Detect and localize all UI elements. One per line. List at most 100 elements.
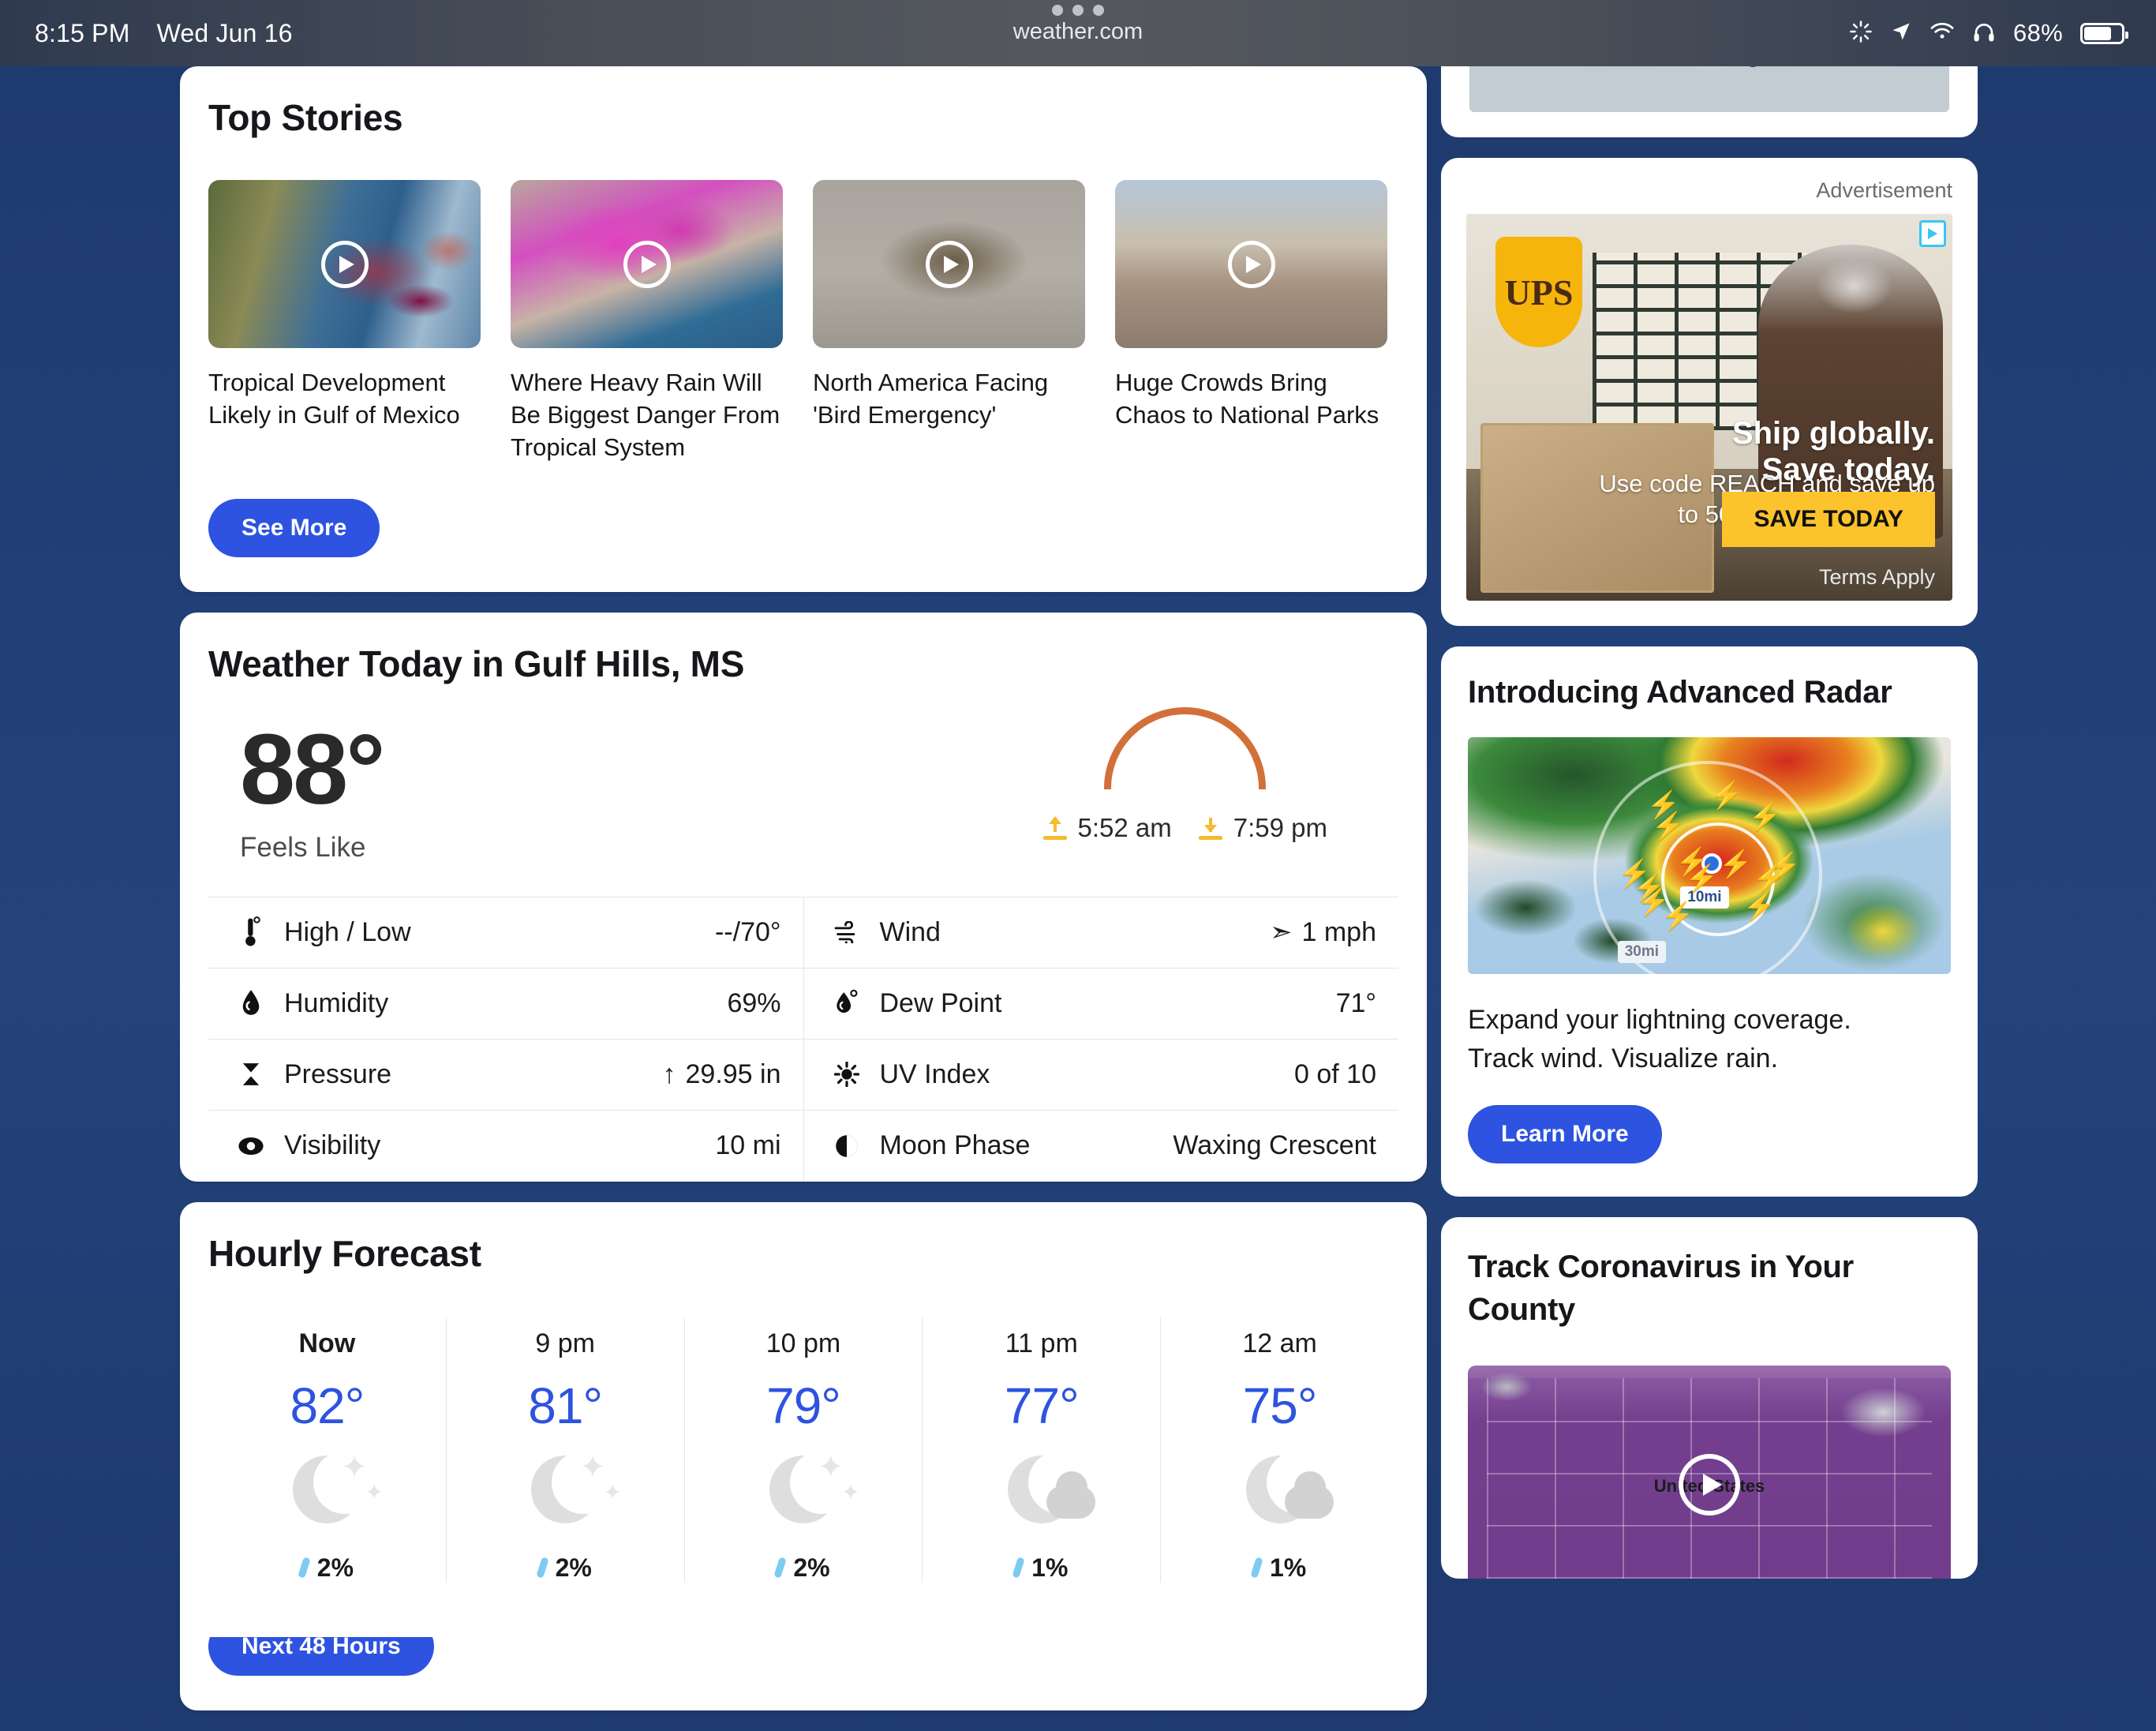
detail-row-humidity: Humidity 69% [208, 969, 803, 1040]
hour-item[interactable]: Now 82° ✦✦ 2% [208, 1317, 446, 1583]
home-indicator[interactable] [806, 1594, 1350, 1605]
ups-logo-text: UPS [1505, 272, 1574, 313]
thermometer-icon [230, 916, 271, 948]
moon-phase-icon [826, 1134, 867, 1158]
raindrop-icon [1012, 1557, 1025, 1579]
uv-sun-icon [826, 1062, 867, 1087]
advanced-radar-body: Expand your lightning coverage. Track wi… [1468, 1001, 1951, 1078]
hour-label: 11 pm [923, 1328, 1160, 1359]
top-stories-card: Top Stories Tropical Development Likely … [180, 66, 1427, 592]
story-thumbnail[interactable] [1115, 180, 1387, 348]
current-temperature-block: 88° Feels Like [240, 720, 384, 864]
advanced-radar-body-line1: Expand your lightning coverage. [1468, 1001, 1951, 1040]
detail-value: 69% [727, 988, 780, 1019]
hour-item[interactable]: 11 pm 77° 1% [922, 1317, 1160, 1583]
lightning-bolt-icon: ⚡ [1748, 801, 1781, 833]
play-icon[interactable] [1228, 241, 1275, 288]
feels-like-label: Feels Like [240, 832, 384, 864]
weather-details-right-column: Wind ➣ 1 mph Dew Point 71° [804, 897, 1399, 1182]
story-thumbnail[interactable] [511, 180, 783, 348]
hour-precip-value: 2% [556, 1553, 592, 1583]
lightning-bolt-icon: ⚡ [1709, 780, 1742, 811]
story-thumbnail[interactable] [208, 180, 481, 348]
play-icon[interactable] [321, 241, 369, 288]
hour-temperature: 82° [208, 1377, 446, 1435]
hour-label: 9 pm [447, 1328, 684, 1359]
hour-item[interactable]: 10 pm 79° ✦✦ 2% [684, 1317, 923, 1583]
radar-preview-map[interactable]: 10mi 30mi ⚡ ⚡ ⚡ ⚡ ⚡ ⚡ ⚡ ⚡ ⚡ ⚡ ⚡ ⚡ ⚡ ⚡ [1468, 737, 1951, 974]
sunset-group: 7:59 pm [1199, 813, 1327, 843]
hour-precip-value: 1% [1031, 1553, 1068, 1583]
top-stories-list: Tropical Development Likely in Gulf of M… [208, 180, 1398, 464]
story-title[interactable]: Tropical Development Likely in Gulf of M… [208, 367, 481, 432]
hour-temperature: 75° [1161, 1377, 1398, 1435]
detail-row-dew-point: Dew Point 71° [804, 969, 1399, 1040]
hour-precip: 1% [1161, 1553, 1398, 1583]
story-item[interactable]: Where Heavy Rain Will Be Biggest Danger … [511, 180, 783, 464]
hour-temperature: 81° [447, 1377, 684, 1435]
advanced-radar-body-line2: Track wind. Visualize rain. [1468, 1040, 1951, 1078]
battery-icon [2080, 23, 2124, 44]
lightning-bolt-icon: ⚡ [1753, 863, 1786, 894]
hourly-forecast-list: Now 82° ✦✦ 2% 9 pm 81° ✦✦ [208, 1317, 1398, 1583]
detail-value: 71° [1336, 988, 1376, 1019]
eye-icon [230, 1136, 271, 1156]
detail-row-visibility: Visibility 10 mi [208, 1111, 803, 1182]
detail-label: UV Index [880, 1059, 990, 1090]
detail-value: --/70° [715, 917, 781, 948]
coronavirus-map-video[interactable]: United States [1468, 1366, 1951, 1579]
sunset-arrow-icon [1199, 816, 1222, 840]
spinner-icon [1849, 20, 1873, 47]
sunrise-group: 5:52 am [1043, 813, 1172, 843]
sun-times: 5:52 am 7:59 pm [1043, 813, 1328, 843]
story-thumbnail[interactable] [813, 180, 1085, 348]
detail-row-uv-index: UV Index 0 of 10 [804, 1040, 1399, 1111]
moon-cloud-icon [1161, 1449, 1398, 1541]
tab-dots-indicator [0, 5, 2156, 16]
hour-precip-value: 2% [317, 1553, 354, 1583]
wind-direction-icon: ➣ [1270, 916, 1293, 948]
story-title[interactable]: Huge Crowds Bring Chaos to National Park… [1115, 367, 1387, 432]
see-more-button[interactable]: See More [208, 499, 380, 557]
hour-temperature: 77° [923, 1377, 1160, 1435]
advertisement-label: Advertisement [1466, 178, 1952, 203]
status-bar-time: 8:15 PM [35, 19, 130, 48]
story-title[interactable]: North America Facing 'Bird Emergency' [813, 367, 1085, 432]
story-item[interactable]: Tropical Development Likely in Gulf of M… [208, 180, 481, 464]
hour-label: 12 am [1161, 1328, 1398, 1359]
hour-precip: 2% [447, 1553, 684, 1583]
location-arrow-icon [1890, 21, 1912, 47]
weather-details-table: High / Low --/70° Humidity 69% [208, 897, 1398, 1182]
story-item[interactable]: North America Facing 'Bird Emergency' [813, 180, 1085, 464]
ad-terms-link[interactable]: Terms Apply [1819, 565, 1935, 590]
detail-value: 1 mph [1302, 917, 1377, 948]
ad-save-today-button[interactable]: SAVE TODAY [1722, 492, 1935, 547]
learn-more-button[interactable]: Learn More [1468, 1105, 1662, 1163]
detail-row-moon-phase: Moon Phase Waxing Crescent [804, 1111, 1399, 1182]
play-icon[interactable] [926, 241, 973, 288]
page-scroll-area[interactable]: Top Stories Tropical Development Likely … [0, 66, 2156, 1617]
play-icon[interactable] [1679, 1454, 1740, 1516]
adchoices-icon[interactable] [1919, 220, 1946, 247]
hour-precip: 1% [923, 1553, 1160, 1583]
story-item[interactable]: Huge Crowds Bring Chaos to National Park… [1115, 180, 1387, 464]
advertisement-card[interactable]: Advertisement UPS Ship globally. Save to… [1441, 158, 1978, 626]
raindrop-icon [536, 1557, 549, 1579]
story-title[interactable]: Where Heavy Rain Will Be Biggest Danger … [511, 367, 783, 464]
play-icon[interactable] [623, 241, 671, 288]
lightning-bolt-icon: ⚡ [1685, 863, 1718, 894]
sun-arc-graphic [1104, 707, 1266, 789]
detail-value: Waxing Crescent [1173, 1130, 1376, 1161]
hour-item[interactable]: 9 pm 81° ✦✦ 2% [446, 1317, 684, 1583]
coronavirus-card: Track Coronavirus in Your County United … [1441, 1217, 1978, 1579]
partial-card-left[interactable] [180, 1590, 788, 1637]
raindrop-icon [774, 1557, 788, 1579]
browser-url-area: weather.com [0, 5, 2156, 45]
wifi-icon [1930, 21, 1955, 46]
hour-item[interactable]: 12 am 75° 1% [1160, 1317, 1398, 1583]
advertisement-creative[interactable]: UPS Ship globally. Save today. Use code … [1466, 214, 1952, 601]
url-text[interactable]: weather.com [0, 19, 2156, 45]
sunset-time: 7:59 pm [1233, 813, 1327, 843]
detail-label: Visibility [284, 1130, 380, 1161]
detail-label: Pressure [284, 1059, 391, 1090]
